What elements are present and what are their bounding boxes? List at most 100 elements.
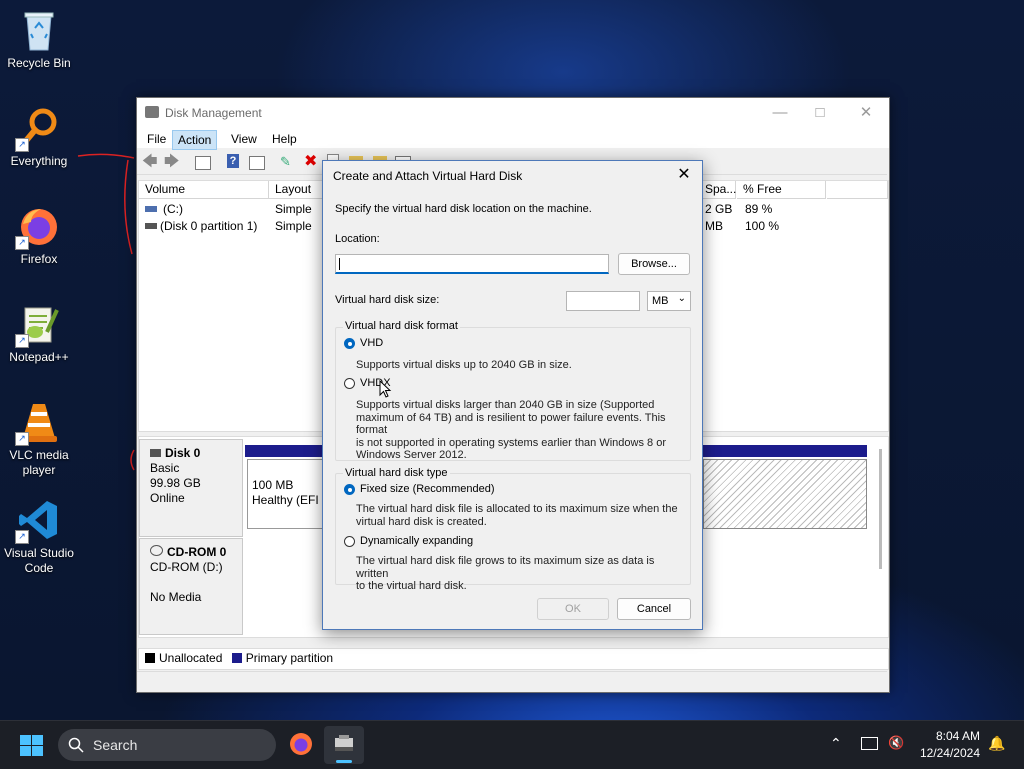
volume-name: (Disk 0 partition 1) xyxy=(160,219,258,233)
desktop-icon-vscode[interactable]: ↗ Visual Studio Code xyxy=(2,498,76,576)
disk-name: CD-ROM 0 xyxy=(150,545,242,560)
close-window-button[interactable]: ✕ xyxy=(851,102,881,124)
volume-space: MB xyxy=(705,219,723,233)
delete-icon[interactable]: ✖ xyxy=(304,154,320,170)
notification-bell-icon[interactable]: 🔔 xyxy=(988,735,1005,752)
efi-partition[interactable]: 100 MB Healthy (EFI S xyxy=(247,459,325,529)
everything-search-icon: ↗ xyxy=(15,106,61,152)
status-bar xyxy=(137,671,887,692)
desktop-icon-label: Everything xyxy=(10,154,68,168)
maximize-button[interactable]: □ xyxy=(805,102,835,124)
size-input[interactable] xyxy=(566,291,640,311)
desktop-icon-label: Recycle Bin xyxy=(7,56,71,70)
desktop-icon-firefox[interactable]: ↗ Firefox xyxy=(2,204,76,267)
drive-icon xyxy=(145,206,157,212)
partition-size: 100 MB xyxy=(252,478,294,492)
disk-icon xyxy=(150,449,161,457)
vlc-icon: ↗ xyxy=(15,400,61,446)
dynamic-description: The virtual hard disk file grows to its … xyxy=(356,555,655,592)
radio-dynamically-expanding[interactable] xyxy=(344,536,355,547)
size-unit-select[interactable]: MB ⌄ xyxy=(647,291,691,311)
radio-vhd-label: VHD xyxy=(360,337,384,349)
shortcut-arrow-icon: ↗ xyxy=(15,236,29,250)
column-header-free[interactable]: % Free xyxy=(737,181,826,199)
firefox-icon xyxy=(290,733,312,755)
minimize-button[interactable]: — xyxy=(765,102,795,124)
desktop-icon-recycle-bin[interactable]: Recycle Bin xyxy=(2,8,76,71)
cancel-button[interactable]: Cancel xyxy=(617,598,691,620)
desktop-icon-vlc[interactable]: ↗ VLC media player xyxy=(2,400,76,478)
disk-management-app-icon xyxy=(145,106,159,118)
annotation-strokes xyxy=(77,153,135,471)
desktop-icon-label-line1: Visual Studio xyxy=(4,546,74,560)
shortcut-arrow-icon: ↗ xyxy=(15,334,29,348)
volume-name: (C:) xyxy=(163,202,183,216)
disk-size: 99.98 GB xyxy=(150,476,201,490)
desktop-icon-label: Firefox xyxy=(20,252,58,266)
taskbar-search[interactable]: Search xyxy=(58,729,276,761)
scrollbar[interactable] xyxy=(879,449,882,569)
help-icon[interactable]: ? xyxy=(227,154,239,168)
window-titlebar[interactable]: Disk Management — □ ✕ xyxy=(137,98,889,128)
column-header-blank xyxy=(827,181,888,199)
firefox-icon: ↗ xyxy=(15,204,61,250)
active-app-indicator xyxy=(336,760,352,763)
ok-button[interactable]: OK xyxy=(537,598,609,620)
desktop-icon-notepad-plus-plus[interactable]: ↗ Notepad++ xyxy=(2,302,76,365)
forward-arrow-icon[interactable]: 🡆 xyxy=(164,154,180,170)
network-icon[interactable] xyxy=(861,737,878,750)
taskbar: Search ⌃ 🔇 8:04 AM 12/24/2024 🔔 xyxy=(0,720,1024,769)
size-label: Virtual hard disk size: xyxy=(335,294,440,306)
start-button[interactable] xyxy=(20,735,44,757)
menu-view[interactable]: View xyxy=(226,130,262,148)
legend-swatch-unallocated xyxy=(145,653,155,663)
drive-icon xyxy=(145,223,157,229)
properties-icon[interactable] xyxy=(249,156,265,170)
dialog-close-button[interactable]: ✕ xyxy=(674,165,694,185)
radio-fixed-size[interactable] xyxy=(344,484,355,495)
shortcut-arrow-icon: ↗ xyxy=(15,138,29,152)
column-header-volume[interactable]: Volume xyxy=(139,181,269,199)
location-input[interactable] xyxy=(335,254,609,274)
volume-layout: Simple xyxy=(275,202,312,216)
notepad-plus-plus-icon: ↗ xyxy=(15,302,61,348)
size-unit-value: MB xyxy=(652,295,669,307)
clock-date[interactable]: 12/24/2024 xyxy=(910,746,980,760)
text-cursor xyxy=(339,258,340,270)
taskbar-firefox[interactable] xyxy=(288,731,314,757)
desktop-icon-everything[interactable]: ↗ Everything xyxy=(2,106,76,169)
chevron-up-icon[interactable]: ⌃ xyxy=(830,735,842,752)
legend-label: Unallocated xyxy=(159,651,223,665)
c-partition-hatched[interactable] xyxy=(703,459,867,529)
cdrom-0-label[interactable]: CD-ROM 0 CD-ROM (D:) No Media xyxy=(139,538,243,635)
volume-free: 100 % xyxy=(745,219,780,233)
radio-vhd[interactable] xyxy=(344,338,355,349)
clock-time[interactable]: 8:04 AM xyxy=(920,729,980,743)
volume-space: 2 GB xyxy=(705,202,733,216)
menu-file[interactable]: File xyxy=(142,130,171,148)
disk-0-label[interactable]: Disk 0 Basic 99.98 GB Online xyxy=(139,439,243,537)
desktop-icon-label-line2: player xyxy=(22,463,56,477)
dialog-body: Specify the virtual hard disk location o… xyxy=(323,191,702,629)
disk-type: CD-ROM (D:) xyxy=(150,560,223,574)
browse-button[interactable]: Browse... xyxy=(618,253,690,275)
mouse-pointer-icon xyxy=(379,380,392,398)
legend: Unallocated Primary partition xyxy=(138,648,889,670)
back-arrow-icon[interactable]: 🡄 xyxy=(142,154,158,170)
connect-icon[interactable]: ✎ xyxy=(280,154,296,170)
radio-fixed-size-label: Fixed size (Recommended) xyxy=(360,483,495,495)
taskbar-disk-management[interactable] xyxy=(324,726,364,764)
location-label: Location: xyxy=(335,233,380,245)
fixed-size-description: The virtual hard disk file is allocated … xyxy=(356,503,678,528)
partition-status: Healthy (EFI S xyxy=(252,493,325,507)
recycle-bin-icon xyxy=(17,8,61,52)
volume-muted-icon[interactable]: 🔇 xyxy=(888,735,904,751)
radio-dynamically-expanding-label: Dynamically expanding xyxy=(360,535,474,547)
console-tree-icon[interactable] xyxy=(195,156,211,170)
menu-action[interactable]: Action xyxy=(172,130,218,150)
column-header-space[interactable]: Spa... xyxy=(699,181,736,199)
menu-help[interactable]: Help xyxy=(267,130,302,148)
search-label: Search xyxy=(93,737,138,753)
radio-vhdx[interactable] xyxy=(344,378,355,389)
dialog-instruction: Specify the virtual hard disk location o… xyxy=(335,203,592,215)
